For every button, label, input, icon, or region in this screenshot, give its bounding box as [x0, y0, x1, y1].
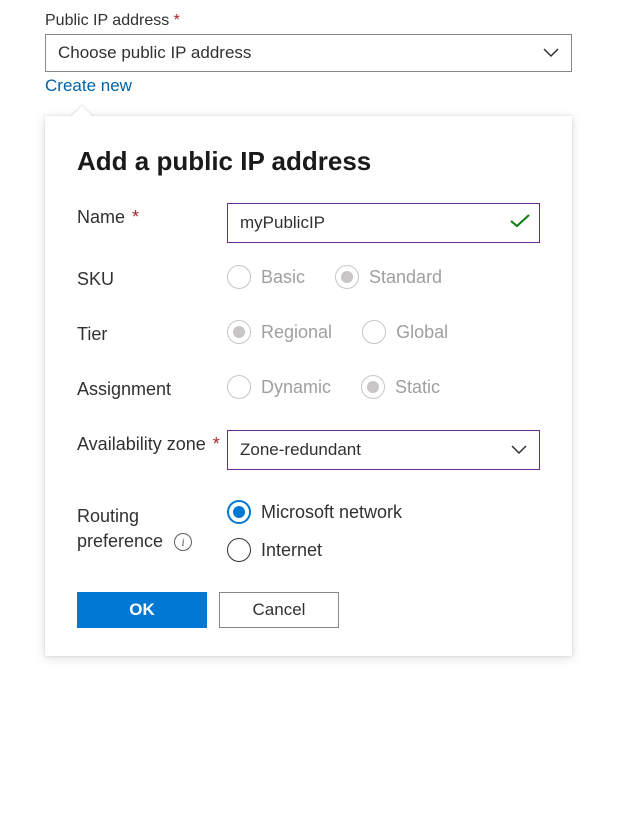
required-star: * [174, 12, 180, 29]
assignment-dynamic-radio: Dynamic [227, 375, 331, 399]
public-ip-label: Public IP address * [45, 12, 572, 30]
assignment-label: Assignment [77, 375, 227, 400]
assignment-static-radio: Static [361, 375, 440, 399]
routing-internet-radio[interactable]: Internet [227, 538, 540, 562]
sku-label: SKU [77, 265, 227, 290]
tier-label: Tier [77, 320, 227, 345]
info-icon[interactable]: i [174, 533, 192, 551]
callout-title: Add a public IP address [77, 146, 540, 177]
availability-zone-value: Zone-redundant [240, 440, 361, 460]
callout-caret [70, 106, 94, 118]
sku-standard-radio: Standard [335, 265, 442, 289]
cancel-button[interactable]: Cancel [219, 592, 339, 628]
create-new-link[interactable]: Create new [45, 76, 132, 96]
chevron-down-icon [543, 48, 559, 58]
routing-preference-label: Routing preference i [77, 500, 227, 554]
name-label: Name * [77, 203, 227, 228]
chevron-down-icon [511, 445, 527, 455]
tier-global-radio: Global [362, 320, 448, 344]
public-ip-dropdown[interactable]: Choose public IP address [45, 34, 572, 72]
public-ip-dropdown-text: Choose public IP address [58, 43, 251, 63]
tier-regional-radio: Regional [227, 320, 332, 344]
availability-zone-select[interactable]: Zone-redundant [227, 430, 540, 470]
checkmark-icon [510, 214, 530, 232]
sku-basic-radio: Basic [227, 265, 305, 289]
routing-msnet-radio[interactable]: Microsoft network [227, 500, 540, 524]
name-input[interactable] [227, 203, 540, 243]
availability-zone-label: Availability zone * [77, 430, 227, 455]
add-public-ip-callout: Add a public IP address Name * SKU [45, 116, 572, 656]
ok-button[interactable]: OK [77, 592, 207, 628]
